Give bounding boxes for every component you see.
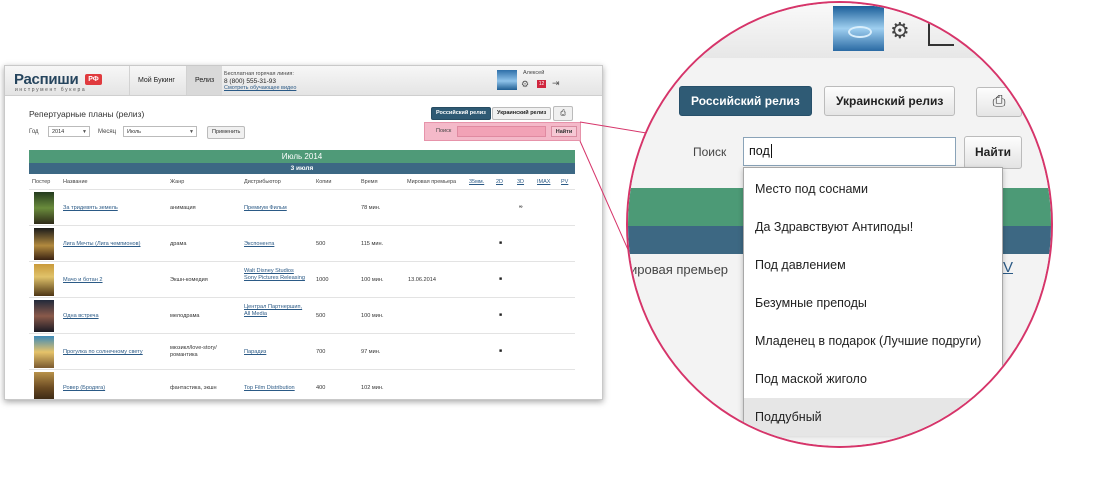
magnifier-circle: ⚙ Российский релиз Украинский релиз ⎙ По… [626, 1, 1053, 448]
search-suggestions-dropdown: Место под соснами Да Здравствуют Антипод… [743, 167, 1003, 436]
suggestion-item[interactable]: Под маской жиголо [744, 360, 1002, 398]
suggestion-item[interactable]: Место под соснами [744, 170, 1002, 208]
find-button[interactable]: Найти [964, 136, 1022, 169]
avatar[interactable] [833, 6, 884, 51]
col-header-pv-partial[interactable]: V [1003, 259, 1013, 276]
suggestion-item[interactable]: Под давлением [744, 246, 1002, 284]
gear-icon[interactable]: ⚙ [890, 18, 910, 44]
exit-icon[interactable] [928, 18, 954, 46]
suggestion-item[interactable]: Да Здравствуют Антиподы! [744, 208, 1002, 246]
russian-release-button[interactable]: Российский релиз [679, 86, 812, 116]
search-value: под [749, 144, 770, 158]
suggestion-item[interactable]: Младенец в подарок (Лучшие подруги) [744, 322, 1002, 360]
search-input[interactable]: под​ [743, 137, 956, 166]
suggestion-item-highlighted[interactable]: Поддубный [744, 398, 1002, 436]
search-label: Поиск [693, 145, 727, 159]
print-icon[interactable]: ⎙ [976, 87, 1022, 117]
suggestion-item[interactable]: Безумные преподы [744, 284, 1002, 322]
ukrainian-release-button[interactable]: Украинский релиз [824, 86, 956, 116]
col-header-premiere-partial: ировая премьер [630, 262, 729, 277]
